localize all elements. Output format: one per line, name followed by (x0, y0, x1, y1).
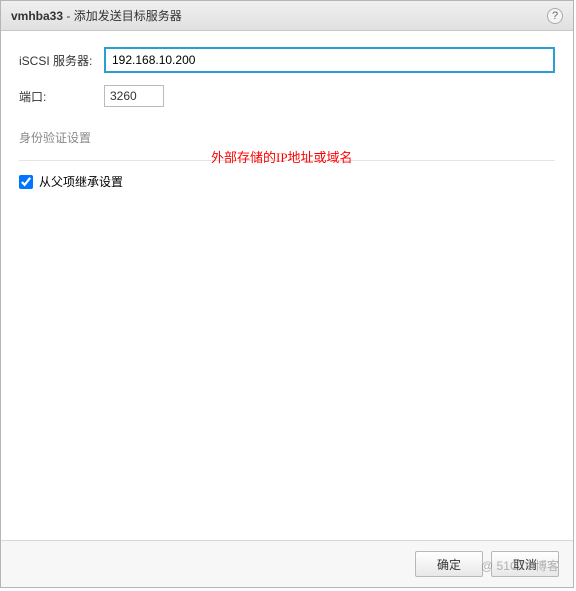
cancel-button[interactable]: 取消 (491, 551, 559, 577)
title-bar: vmhba33 - 添加发送目标服务器 ? (1, 1, 573, 31)
adapter-name: vmhba33 (11, 9, 63, 23)
title-suffix: - 添加发送目标服务器 (63, 9, 182, 23)
annotation-text: 外部存储的IP地址或域名 (211, 147, 353, 166)
port-row: 端口: (19, 85, 555, 107)
ok-button[interactable]: 确定 (415, 551, 483, 577)
inherit-settings-label: 从父项继承设置 (39, 173, 123, 190)
iscsi-server-label: iSCSI 服务器: (19, 52, 104, 69)
dialog-title: vmhba33 - 添加发送目标服务器 (11, 7, 182, 24)
port-input[interactable] (104, 85, 164, 107)
dialog-footer: 确定 取消 @ 51CTO博客 (1, 541, 573, 587)
iscsi-server-row: iSCSI 服务器: (19, 47, 555, 73)
auth-section-heading: 身份验证设置 (19, 129, 555, 146)
help-icon[interactable]: ? (547, 8, 563, 24)
dialog-content: iSCSI 服务器: 端口: 身份验证设置 外部存储的IP地址或域名 从父项继承… (1, 31, 573, 541)
inherit-settings-row: 从父项继承设置 (19, 173, 555, 190)
inherit-settings-checkbox[interactable] (19, 175, 33, 189)
iscsi-server-input[interactable] (104, 47, 555, 73)
dialog-window: vmhba33 - 添加发送目标服务器 ? iSCSI 服务器: 端口: 身份验… (0, 0, 574, 588)
port-label: 端口: (19, 88, 104, 105)
